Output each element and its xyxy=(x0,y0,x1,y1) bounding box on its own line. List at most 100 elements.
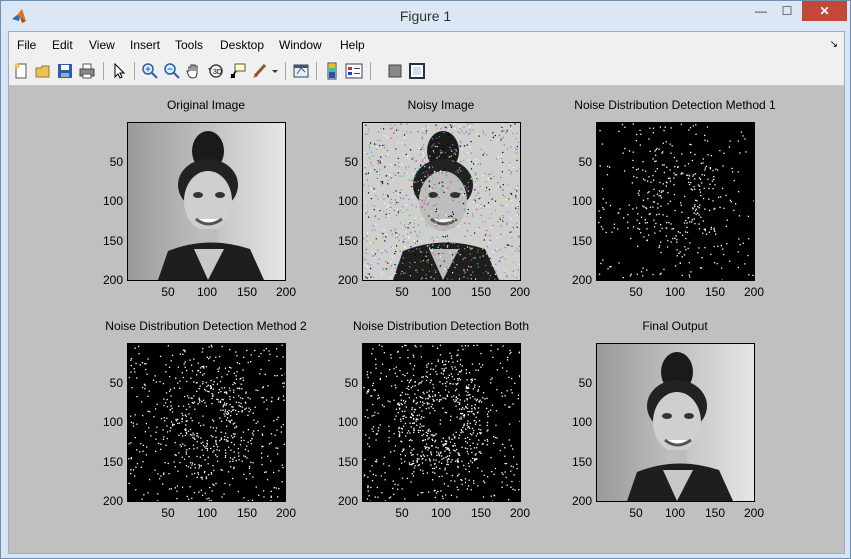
noise-speckles xyxy=(363,344,520,501)
ytick-label: 200 xyxy=(102,273,123,287)
noise-method-2-axes[interactable] xyxy=(127,343,286,502)
noise-map-both xyxy=(363,344,520,501)
xtick-label: 100 xyxy=(664,506,686,520)
toolbar-separator xyxy=(134,62,135,80)
noise-method-1-axes[interactable] xyxy=(596,122,755,281)
ytick-label: 100 xyxy=(571,194,592,208)
save-icon[interactable] xyxy=(56,62,74,80)
minimize-button[interactable]: — xyxy=(748,1,774,21)
figure-window: Figure 1 — ☐ ✕ File Edit View Insert Too… xyxy=(0,0,851,559)
noise-speckles xyxy=(128,344,285,501)
pan-hand-icon[interactable] xyxy=(185,62,203,80)
figure-toolbar: 3D xyxy=(9,57,844,86)
xtick-label: 50 xyxy=(629,285,643,299)
ytick-label: 50 xyxy=(578,155,592,169)
xtick-label: 100 xyxy=(430,285,452,299)
figure-canvas: Original Image 50 100 150 200 50 100 150… xyxy=(9,86,844,553)
panel-title-noisy-image: Noisy Image xyxy=(407,98,475,112)
ytick-label: 50 xyxy=(344,376,358,390)
toolbar-separator xyxy=(316,62,317,80)
ytick-label: 150 xyxy=(102,234,123,248)
xtick-label: 100 xyxy=(430,506,452,520)
menu-file[interactable]: File xyxy=(17,38,36,52)
menu-bar: File Edit View Insert Tools Desktop Wind… xyxy=(9,32,844,57)
close-button[interactable]: ✕ xyxy=(802,1,847,21)
colorbar-icon[interactable] xyxy=(323,62,341,80)
ytick-label: 150 xyxy=(571,455,592,469)
xtick-label: 200 xyxy=(509,285,531,299)
ytick-label: 200 xyxy=(337,273,358,287)
ytick-label: 150 xyxy=(337,234,358,248)
ytick-label: 200 xyxy=(337,494,358,508)
ytick-label: 100 xyxy=(102,415,123,429)
original-image-axes[interactable] xyxy=(127,122,286,281)
toolbar-separator xyxy=(103,62,104,80)
toolbar-separator xyxy=(285,62,286,80)
menu-edit[interactable]: Edit xyxy=(52,38,73,52)
xtick-label: 150 xyxy=(470,506,492,520)
print-icon[interactable] xyxy=(78,62,96,80)
svg-text:3D: 3D xyxy=(213,69,222,76)
xtick-label: 50 xyxy=(395,506,409,520)
xtick-label: 100 xyxy=(196,285,218,299)
panel-title-noise-method-1: Noise Distribution Detection Method 1 xyxy=(574,98,776,112)
final-output-image xyxy=(597,344,754,501)
xtick-label: 150 xyxy=(236,506,258,520)
panel-title-noise-method-2: Noise Distribution Detection Method 2 xyxy=(105,319,307,333)
xtick-label: 200 xyxy=(509,506,531,520)
brush-icon[interactable] xyxy=(251,62,269,80)
ytick-label: 50 xyxy=(109,155,123,169)
xtick-label: 50 xyxy=(161,285,175,299)
menu-window[interactable]: Window xyxy=(279,38,322,52)
noise-both-axes[interactable] xyxy=(362,343,521,502)
hide-plot-tools-icon[interactable] xyxy=(386,62,404,80)
panel-title-original-image: Original Image xyxy=(166,98,246,112)
ytick-label: 100 xyxy=(337,415,358,429)
xtick-label: 200 xyxy=(743,506,765,520)
title-bar[interactable]: Figure 1 — ☐ ✕ xyxy=(1,1,850,31)
open-file-icon[interactable] xyxy=(34,62,52,80)
legend-icon[interactable] xyxy=(345,62,363,80)
ytick-label: 200 xyxy=(571,273,592,287)
menu-desktop[interactable]: Desktop xyxy=(220,38,264,52)
select-arrow-icon[interactable] xyxy=(110,62,128,80)
zoom-in-icon[interactable] xyxy=(141,62,159,80)
ytick-label: 100 xyxy=(571,415,592,429)
xtick-label: 150 xyxy=(236,285,258,299)
dock-arrow-icon[interactable]: ↘ xyxy=(830,39,838,50)
xtick-label: 200 xyxy=(275,285,297,299)
link-plot-icon[interactable] xyxy=(292,62,310,80)
ytick-label: 50 xyxy=(344,155,358,169)
menu-tools[interactable]: Tools xyxy=(175,38,203,52)
xtick-label: 50 xyxy=(161,506,175,520)
zoom-out-icon[interactable] xyxy=(163,62,181,80)
ytick-label: 200 xyxy=(102,494,123,508)
show-plot-tools-icon[interactable] xyxy=(408,62,426,80)
ytick-label: 100 xyxy=(102,194,123,208)
maximize-button[interactable]: ☐ xyxy=(774,1,800,21)
xtick-label: 200 xyxy=(743,285,765,299)
rotate-3d-icon[interactable]: 3D xyxy=(207,62,225,80)
new-figure-icon[interactable] xyxy=(12,62,30,80)
ytick-label: 50 xyxy=(578,376,592,390)
original-portrait-image xyxy=(128,123,285,280)
xtick-label: 50 xyxy=(395,285,409,299)
menu-view[interactable]: View xyxy=(89,38,115,52)
noisy-image-axes[interactable] xyxy=(362,122,521,281)
ytick-label: 150 xyxy=(337,455,358,469)
ytick-label: 150 xyxy=(102,455,123,469)
final-output-axes[interactable] xyxy=(596,343,755,502)
data-cursor-icon[interactable] xyxy=(229,62,247,80)
brush-dropdown-icon[interactable] xyxy=(271,62,279,80)
noise-map-method-2 xyxy=(128,344,285,501)
noise-speckles xyxy=(598,123,754,280)
menu-insert[interactable]: Insert xyxy=(130,38,160,52)
ytick-label: 50 xyxy=(109,376,123,390)
xtick-label: 100 xyxy=(664,285,686,299)
xtick-label: 150 xyxy=(704,506,726,520)
menu-help[interactable]: Help xyxy=(340,38,365,52)
toolbar-separator xyxy=(370,62,371,80)
xtick-label: 100 xyxy=(196,506,218,520)
noisy-portrait-image xyxy=(363,123,520,280)
xtick-label: 150 xyxy=(470,285,492,299)
